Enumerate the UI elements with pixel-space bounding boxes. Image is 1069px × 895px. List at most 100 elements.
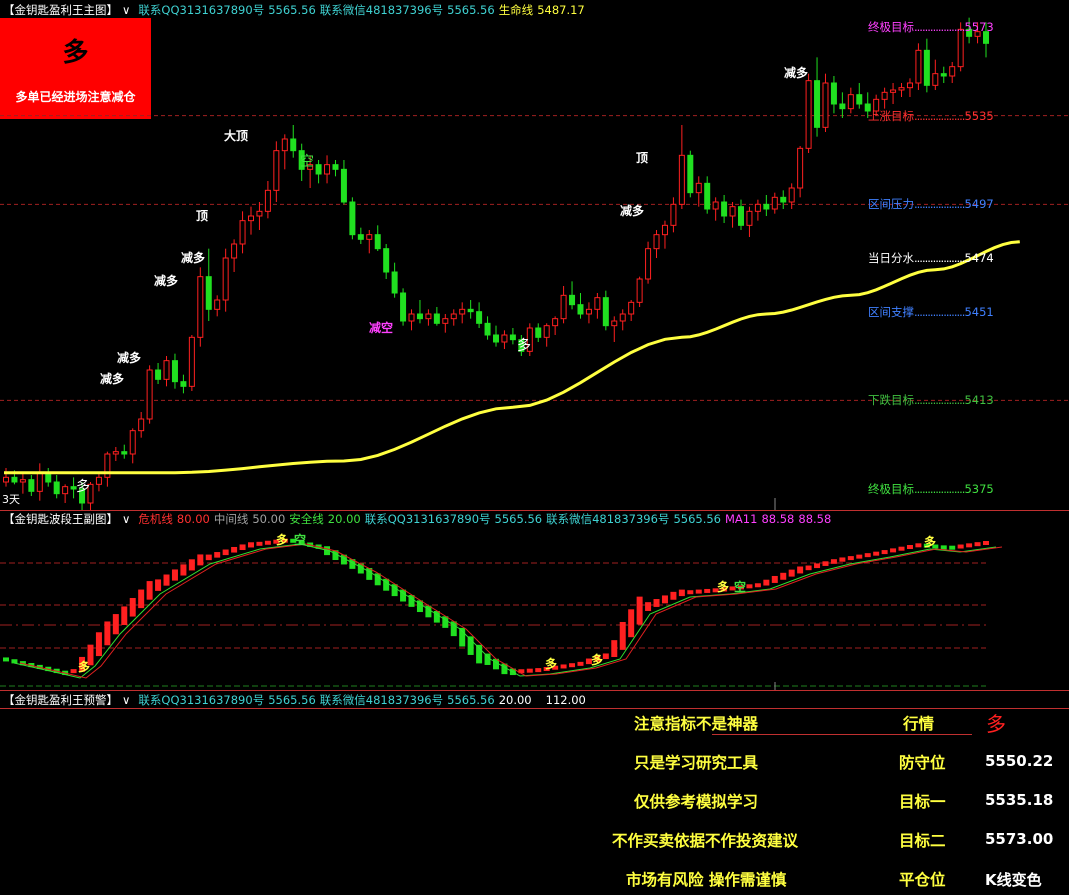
candle: [653, 234, 660, 250]
oscillator-bar: [509, 668, 516, 676]
level-value: 5497: [964, 197, 994, 212]
candle: [797, 147, 804, 189]
oscillator-bar: [695, 589, 702, 594]
row-divider: [712, 734, 972, 735]
oscillator-bar: [814, 563, 821, 569]
level-down-target: 下跌目标...................5413: [868, 392, 994, 408]
level-label: 终极目标: [868, 20, 914, 34]
dropdown-icon[interactable]: ∨: [122, 693, 130, 707]
candle: [695, 182, 702, 194]
candle: [890, 89, 897, 93]
signal-mark: 减多: [620, 204, 645, 218]
candle: [180, 381, 187, 387]
contact-wechat: 联系微信481837396号: [546, 512, 670, 526]
candle: [763, 203, 770, 210]
level-label: 终极目标: [868, 482, 914, 496]
oscillator-bar: [324, 546, 331, 556]
candle: [856, 94, 863, 105]
candle: [754, 203, 761, 212]
sub-signal-mark: 多: [924, 535, 937, 549]
candle: [661, 224, 668, 236]
candle: [146, 369, 153, 420]
oscillator-bar: [11, 659, 18, 664]
oscillator-bar: [645, 602, 652, 611]
candle: [324, 164, 331, 175]
oscillator-bar: [966, 543, 973, 548]
sub-signal-mark: 空: [734, 580, 747, 594]
level-dots: ...................: [914, 482, 965, 496]
level-label: 区间支撑: [868, 304, 914, 319]
sub-panel-title[interactable]: 【金钥匙波段王副图】: [3, 512, 118, 526]
sub-signal-mark: 多: [78, 660, 91, 674]
oscillator-bar: [112, 614, 119, 635]
oscillator-bar: [949, 545, 956, 550]
candle: [721, 201, 728, 217]
candle: [332, 164, 339, 170]
oscillator-bar: [754, 583, 761, 588]
candle: [53, 481, 60, 495]
candle: [264, 189, 271, 212]
oscillator-bar: [214, 552, 221, 558]
candle: [197, 276, 204, 338]
oscillator-bar: [957, 544, 964, 549]
oscillator-bar: [476, 644, 483, 664]
candle: [400, 292, 407, 322]
candle: [248, 215, 254, 222]
candle: [408, 313, 415, 322]
candle: [349, 201, 356, 236]
row-label-target2: 目标二: [899, 832, 946, 850]
row-label-close: 平仓位: [899, 871, 946, 889]
level-support: 区间支撑...................5451: [868, 304, 994, 320]
oscillator-bar: [459, 627, 466, 647]
level-value: 5573: [964, 20, 994, 34]
candle: [214, 299, 221, 310]
warn-value-2: 112.00: [545, 693, 586, 707]
oscillator-bar: [315, 544, 322, 549]
level-ultimate-up: 终极目标...................5573: [868, 19, 994, 35]
oscillator-bar: [940, 545, 947, 550]
oscillator-bar: [340, 554, 347, 565]
candle: [493, 334, 499, 343]
candle: [839, 103, 846, 110]
oscillator-bar: [138, 589, 145, 609]
candle: [898, 87, 905, 91]
candle: [915, 49, 922, 84]
candle: [383, 248, 390, 273]
oscillator-bar: [70, 669, 77, 674]
dropdown-icon[interactable]: ∨: [122, 512, 130, 526]
oscillator-bar: [788, 569, 795, 577]
row-label-trend: 行情: [903, 715, 935, 733]
oscillator-bar: [619, 621, 626, 650]
candle: [95, 476, 102, 485]
candle: [585, 308, 592, 315]
signal-mark: 减多: [181, 251, 206, 265]
oscillator-bar: [560, 664, 567, 669]
candle: [163, 360, 170, 380]
candle: [19, 479, 26, 483]
level-dots: ...................: [914, 197, 965, 212]
signal-mark: 顶: [196, 209, 209, 223]
sub-signal-mark: 空: [294, 533, 307, 547]
oscillator-bar: [155, 579, 162, 591]
candle: [484, 322, 491, 336]
row-value-defense: 5550.22: [985, 752, 1054, 770]
oscillator-bar: [636, 596, 643, 625]
level-up-target: 上涨目标...................5535: [868, 108, 994, 124]
signal-line-red: [19, 543, 1003, 679]
candle: [906, 82, 913, 89]
oscillator-bar: [349, 559, 356, 569]
candle: [315, 164, 322, 175]
ma-value-1: 88.58: [761, 512, 795, 526]
candle: [112, 451, 119, 455]
candle: [729, 206, 736, 217]
candle: [738, 206, 744, 226]
oscillator-bar: [535, 668, 542, 673]
level-dots: ...................: [914, 304, 965, 319]
candle: [881, 91, 888, 100]
level-pivot: 当日分水...................5474: [868, 250, 994, 266]
candle: [678, 154, 685, 205]
warn-panel-title[interactable]: 【金钥匙盈利王预警】: [3, 693, 118, 707]
oscillator-bar: [256, 541, 263, 546]
oscillator-bar: [797, 566, 804, 574]
oscillator-bar: [416, 600, 423, 613]
